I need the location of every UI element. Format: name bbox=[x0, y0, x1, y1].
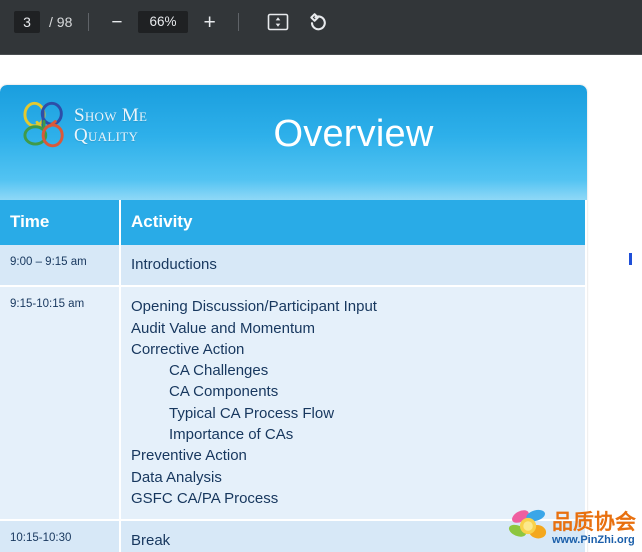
pdf-viewer-toolbar: / 98 − 66% + bbox=[0, 0, 642, 55]
cell-time: 9:15-10:15 am bbox=[0, 286, 121, 522]
zoom-out-button[interactable]: − bbox=[105, 11, 128, 34]
activity-line: CA Challenges bbox=[169, 362, 269, 380]
watermark-url: www.PinZhi.org bbox=[552, 533, 635, 546]
fit-page-icon bbox=[267, 13, 289, 31]
activity-line: Preventive Action bbox=[131, 447, 247, 465]
activity-line: Opening Discussion/Participant Input bbox=[131, 298, 377, 316]
column-header-activity: Activity bbox=[119, 200, 587, 245]
scroll-position-tick bbox=[629, 253, 632, 265]
pinzhi-flower-icon bbox=[508, 506, 550, 551]
fit-page-button[interactable] bbox=[261, 11, 295, 33]
slide-title: Overview bbox=[273, 113, 434, 155]
cell-activity: Introductions bbox=[119, 245, 587, 288]
cell-activity: Opening Discussion/Participant Input Aud… bbox=[119, 286, 587, 522]
slide-header: Show Me Quality Overview bbox=[0, 85, 587, 200]
activity-line: Importance of CAs bbox=[169, 426, 294, 444]
column-header-time: Time bbox=[0, 200, 121, 245]
activity-line: Data Analysis bbox=[131, 468, 222, 486]
zoom-level-display[interactable]: 66% bbox=[138, 11, 188, 33]
activity-line: Audit Value and Momentum bbox=[131, 319, 315, 337]
toolbar-divider-2 bbox=[237, 13, 239, 31]
table-row: 9:15-10:15 am Opening Discussion/Partici… bbox=[0, 286, 587, 522]
pinzhi-watermark: 品质协会 www.PinZhi.org bbox=[508, 505, 636, 552]
slide-page: Show Me Quality Overview Time Activity 9… bbox=[0, 85, 587, 552]
agenda-header-row: Time Activity bbox=[0, 200, 587, 245]
activity-line: CA Components bbox=[169, 383, 279, 401]
rotate-icon bbox=[307, 12, 329, 32]
cell-time: 10:15-10:30 bbox=[0, 520, 121, 552]
watermark-brand: 品质协会 bbox=[552, 509, 636, 534]
agenda-table: Time Activity 9:00 – 9:15 am Introductio… bbox=[0, 200, 587, 552]
zoom-in-button[interactable]: + bbox=[198, 10, 222, 35]
cell-time: 9:00 – 9:15 am bbox=[0, 245, 121, 288]
toolbar-divider-1 bbox=[88, 13, 90, 31]
page-total-label: / 98 bbox=[49, 14, 73, 30]
table-row: 10:15-10:30 Break bbox=[0, 520, 587, 552]
activity-line: Corrective Action bbox=[131, 340, 245, 358]
activity-line: Introductions bbox=[131, 256, 217, 273]
document-viewport[interactable]: Show Me Quality Overview Time Activity 9… bbox=[0, 55, 642, 552]
page-number-input[interactable] bbox=[14, 11, 40, 33]
rotate-button[interactable] bbox=[301, 10, 335, 34]
activity-line: Typical CA Process Flow bbox=[169, 404, 335, 422]
table-row: 9:00 – 9:15 am Introductions bbox=[0, 245, 587, 288]
